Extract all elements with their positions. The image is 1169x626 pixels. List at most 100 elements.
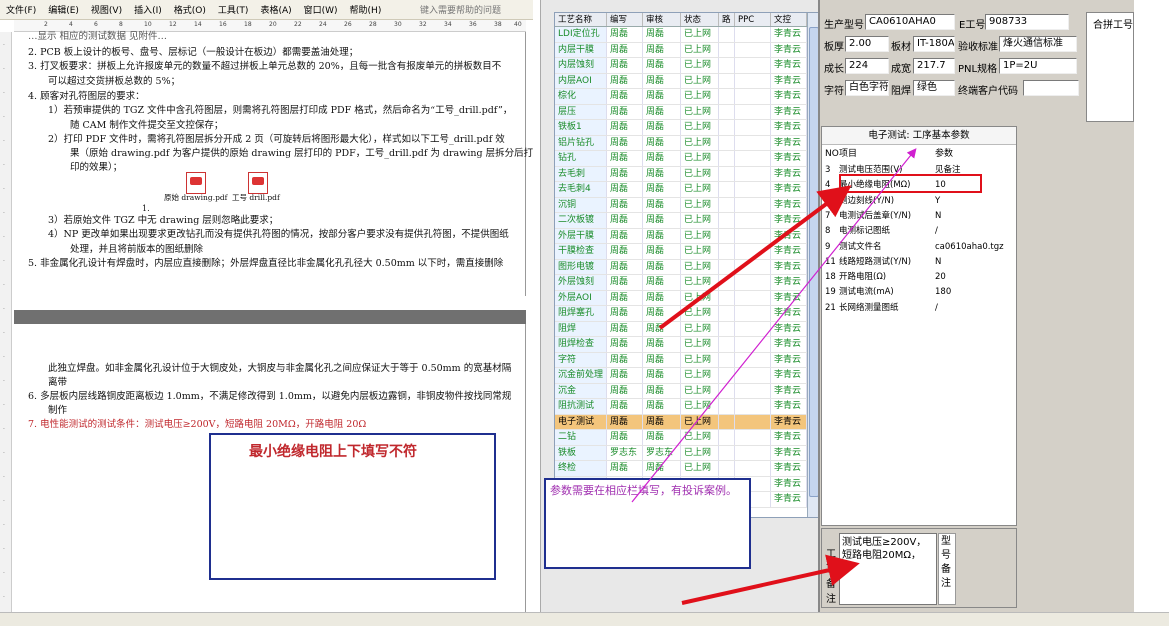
material-label: 板材	[891, 42, 911, 53]
help-search-input[interactable]: 键入需要帮助的问题	[420, 3, 533, 16]
menu-tools[interactable]: 工具(T)	[212, 3, 255, 16]
param-row[interactable]: 21 长网络测量图纸 /	[822, 301, 1016, 316]
grid-row[interactable]: 阻焊塞孔 周磊 周磊 已上网 李青云	[555, 306, 807, 322]
menu-help[interactable]: 帮助(H)	[344, 3, 388, 16]
grid-row[interactable]: 铁板 罗志东 罗志东 已上网 李青云	[555, 445, 807, 461]
grid-row[interactable]: 二次板镀 周磊 周磊 已上网 李青云	[555, 213, 807, 229]
grid-row[interactable]: 内层蚀刻 周磊 周磊 已上网 李青云	[555, 58, 807, 74]
grid-cell: 字符	[555, 352, 607, 367]
grid-row[interactable]: 外层蚀刻 周磊 周磊 已上网 李青云	[555, 275, 807, 291]
pnl-field[interactable]: 1P=2U	[999, 58, 1077, 74]
grid-header-cell[interactable]: 状态	[681, 13, 719, 26]
grid-cell: LDI定位孔	[555, 27, 607, 42]
grid-row[interactable]: LDI定位孔 周磊 周磊 已上网 李青云	[555, 27, 807, 43]
model-field[interactable]: CA0610AHA0	[865, 14, 955, 30]
menu-table[interactable]: 表格(A)	[254, 3, 297, 16]
grid-row[interactable]: 图形电镀 周磊 周磊 已上网 李青云	[555, 259, 807, 275]
grid-cell: 周磊	[607, 151, 643, 166]
grid-row[interactable]: 内层AOI 周磊 周磊 已上网 李青云	[555, 73, 807, 89]
param-panel[interactable]: 电子测试: 工序基本参数 NO 项目 参数 3 测试电压范围(V) 见备注 4 最小绝缘…	[821, 126, 1017, 526]
menu-view[interactable]: 视图(V)	[85, 3, 128, 16]
annotation-text-middle: 参数需要在相应栏填写，有投诉案例。	[550, 484, 737, 497]
grid-cell: 沉金前处理	[555, 368, 607, 383]
vruler-mark: ·	[3, 546, 5, 553]
grid-header-cell[interactable]: 工艺名称	[555, 13, 607, 26]
standard-field[interactable]: 烽火通信标准	[999, 36, 1077, 52]
material-field[interactable]: IT-180A	[913, 36, 955, 52]
grid-header-cell[interactable]: 文控	[771, 13, 807, 26]
grid-header-cell[interactable]: PPC	[735, 13, 771, 26]
grid-row[interactable]: 二钻 周磊 周磊 已上网 李青云	[555, 430, 807, 446]
vruler-mark: ·	[3, 594, 5, 601]
grid-row[interactable]: 阻焊检查 周磊 周磊 已上网 李青云	[555, 337, 807, 353]
customer-code-field[interactable]	[1023, 80, 1079, 96]
grid-cell	[735, 104, 771, 119]
grid-cell	[719, 182, 735, 197]
grid-row[interactable]: 阻抗测试 周磊 周磊 已上网 李青云	[555, 399, 807, 415]
grid-row[interactable]: 外层AOI 周磊 周磊 已上网 李青云	[555, 290, 807, 306]
param-row[interactable]: 19 测试电流(mA) 180	[822, 285, 1016, 300]
grid-cell: 外层干膜	[555, 228, 607, 243]
grid-cell: 周磊	[607, 135, 643, 150]
menu-edit[interactable]: 编辑(E)	[42, 3, 85, 16]
grid-cell	[719, 213, 735, 228]
grid-row[interactable]: 铁板1 周磊 周磊 已上网 李青云	[555, 120, 807, 136]
model-label: 生产型号	[824, 20, 864, 31]
grid-cell: 李青云	[771, 275, 807, 290]
grid-row[interactable]: 阻焊 周磊 周磊 已上网 李青云	[555, 321, 807, 337]
menu-window[interactable]: 窗口(W)	[298, 3, 344, 16]
param-row[interactable]: 9 测试文件名 ca0610aha0.tgz	[822, 240, 1016, 255]
char-field[interactable]: 白色字符	[845, 80, 889, 96]
grid-row[interactable]: 沉金 周磊 周磊 已上网 李青云	[555, 383, 807, 399]
param-row[interactable]: 3 测试电压范围(V) 见备注	[822, 163, 1016, 178]
thickness-field[interactable]: 2.00	[845, 36, 889, 52]
merge-job-label: 合拼工号	[1093, 20, 1133, 31]
param-row[interactable]: 5 测边刻线(Y/N) Y	[822, 194, 1016, 209]
grid-cell: 已上网	[681, 73, 719, 88]
param-row[interactable]: 7 电测试后盖章(Y/N) N	[822, 209, 1016, 224]
grid-row[interactable]: 铝片钻孔 周磊 周磊 已上网 李青云	[555, 135, 807, 151]
grid-row[interactable]: 外层干膜 周磊 周磊 已上网 李青云	[555, 228, 807, 244]
grid-cell: 周磊	[607, 290, 643, 305]
menu-insert[interactable]: 插入(I)	[128, 3, 168, 16]
grid-cell	[735, 306, 771, 321]
eno-field[interactable]: 908733	[985, 14, 1069, 30]
param-row[interactable]: 18 开路电阻(Ω) 20	[822, 270, 1016, 285]
grid-row[interactable]: 终检 周磊 周磊 已上网 李青云	[555, 461, 807, 477]
thickness-label: 板厚	[824, 42, 844, 53]
vruler-mark: ·	[3, 186, 5, 193]
param-row[interactable]: 8 电测标记图纸 /	[822, 224, 1016, 239]
grid-header-cell[interactable]: 路	[719, 13, 735, 26]
grid-header-cell[interactable]: 审核	[643, 13, 681, 26]
grid-row[interactable]: 电子测试 周磊 周磊 已上网 李青云	[555, 414, 807, 430]
param-row[interactable]: 4 最小绝缘电阻(MΩ) 10	[822, 178, 1016, 193]
grid-row[interactable]: 沉金前处理 周磊 周磊 已上网 李青云	[555, 368, 807, 384]
length-field[interactable]: 224	[845, 58, 889, 74]
document-page-1[interactable]: …显示 相应的测试数据 见附件… 2. PCB 板上设计的板号、盘号、层标记（一…	[14, 31, 533, 296]
pdf-file-icon[interactable]	[248, 172, 268, 194]
width-field[interactable]: 217.7	[913, 58, 955, 74]
process-remark-field[interactable]: 测试电压≥200V，短路电阻20MΩ，	[839, 533, 937, 605]
grid-cell	[719, 290, 735, 305]
grid-cell: 李青云	[771, 492, 807, 507]
mask-field[interactable]: 绿色	[913, 80, 955, 96]
grid-row[interactable]: 沉铜 周磊 周磊 已上网 李青云	[555, 197, 807, 213]
grid-row[interactable]: 字符 周磊 周磊 已上网 李青云	[555, 352, 807, 368]
grid-cell	[719, 228, 735, 243]
process-grid[interactable]: 工艺名称 编写 审核 状态 路 PPC 文控 LDI定位孔 周磊 周磊 已上网 李青云内…	[554, 12, 820, 518]
grid-cell	[735, 197, 771, 212]
param-row[interactable]: 11 线路短路测试(Y/N) N	[822, 255, 1016, 270]
grid-row[interactable]: 去毛刺4 周磊 周磊 已上网 李青云	[555, 182, 807, 198]
grid-row[interactable]: 层压 周磊 周磊 已上网 李青云	[555, 104, 807, 120]
grid-row[interactable]: 去毛刺 周磊 周磊 已上网 李青云	[555, 166, 807, 182]
grid-row[interactable]: 棕化 周磊 周磊 已上网 李青云	[555, 89, 807, 105]
menu-file[interactable]: 文件(F)	[0, 3, 42, 16]
grid-row[interactable]: 内层干膜 周磊 周磊 已上网 李青云	[555, 42, 807, 58]
grid-header-cell[interactable]: 编写	[607, 13, 643, 26]
pdf-file-icon[interactable]	[186, 172, 206, 194]
grid-cell: 去毛刺4	[555, 182, 607, 197]
grid-row[interactable]: 钻孔 周磊 周磊 已上网 李青云	[555, 151, 807, 167]
grid-row[interactable]: 干膜检查 周磊 周磊 已上网 李青云	[555, 244, 807, 260]
merge-job-box[interactable]: 合拼工号	[1086, 12, 1134, 122]
menu-format[interactable]: 格式(O)	[168, 3, 212, 16]
